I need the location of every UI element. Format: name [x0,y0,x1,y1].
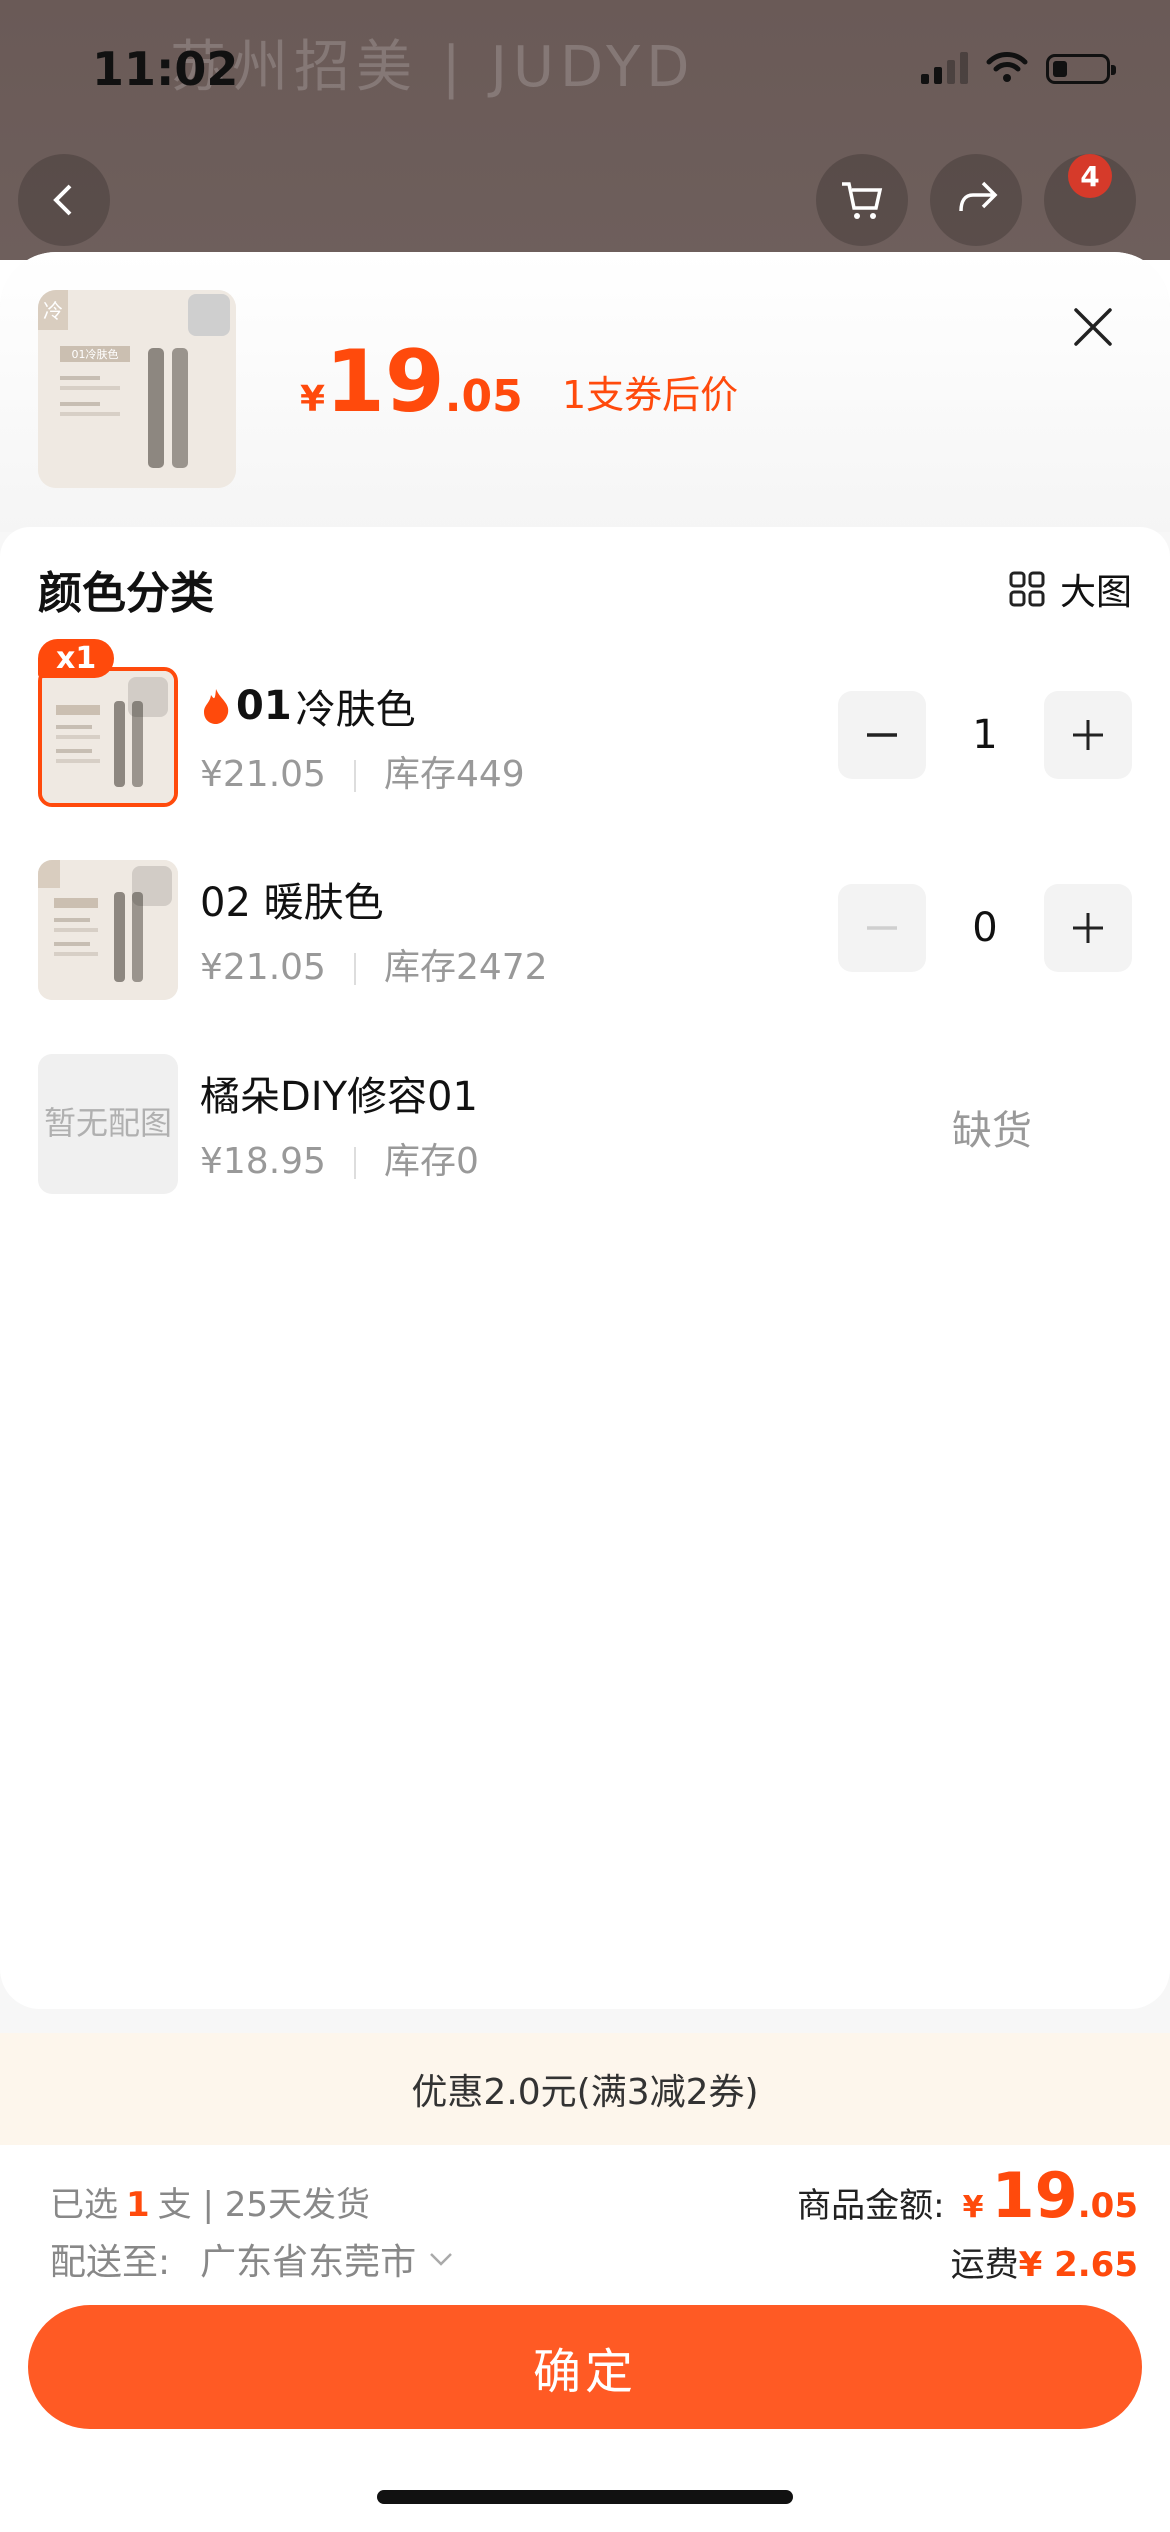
options-panel: 颜色分类 大图 x1 01 冷肤色 ¥21.05 库存449 1 02 暖肤色 … [0,527,1170,2009]
option-row-03: 暂无配图 橘朵DIY修容01 ¥18.95 库存0 缺货 [0,1054,1170,1204]
quantity-badge: x1 [38,639,115,678]
zoom-icon[interactable] [128,677,168,717]
wifi-icon [986,52,1028,82]
out-of-stock-label: 缺货 [952,1108,1032,1154]
option-name: 01 冷肤色 [200,677,416,735]
grid-icon [1009,571,1045,607]
goods-amount: 商品金额: ¥ 19 .05 [797,2159,1138,2232]
close-icon [1074,308,1112,346]
minus-icon [867,926,897,930]
share-button[interactable] [930,154,1022,246]
promo-bar: 优惠2.0元(满3减2券) [0,2033,1170,2145]
confirm-button[interactable]: 确定 [28,2305,1142,2429]
option-meta: ¥18.95 库存0 [200,1141,479,1182]
increase-button[interactable] [1044,884,1132,972]
status-time: 11:02 [92,42,239,96]
cart-count-badge: 4 [1068,154,1112,198]
cart-button[interactable] [816,154,908,246]
battery-icon [1046,54,1116,84]
option-row-01[interactable]: x1 01 冷肤色 ¥21.05 库存449 1 [0,639,1170,817]
big-view-toggle[interactable]: 大图 [1008,563,1132,615]
close-button[interactable] [1068,302,1118,352]
order-summary: 已选 1 支 | 25天发货 配送至: 广东省东莞市 商品金额: ¥ 19 .05 … [0,2145,1170,2532]
plus-icon [1073,720,1103,750]
sheet-header: 冷 01冷肤色 ¥19.05 1支券后价 [0,252,1170,532]
option-name: 02 暖肤色 [200,880,384,926]
signal-icon [921,48,968,84]
fire-icon [204,689,229,724]
option-meta: ¥21.05 库存449 [200,754,525,795]
cart-icon [842,182,883,219]
quantity-value[interactable]: 0 [926,905,1044,951]
quantity-stepper[interactable]: 1 [838,691,1132,779]
decrease-button[interactable] [838,884,926,972]
brand-banner: 苏州招美 | JUDYD [170,35,696,100]
thumb-title: 01冷肤色 [72,347,119,361]
decrease-button[interactable] [838,691,926,779]
option-row-02[interactable]: 02 暖肤色 ¥21.05 库存2472 0 [0,860,1170,1010]
shipping-destination[interactable]: 配送至: 广东省东莞市 [50,2233,454,2285]
section-title: 颜色分类 [38,568,214,619]
quantity-value[interactable]: 1 [926,712,1044,758]
coupon-price-note: 1支券后价 [562,373,739,417]
back-button[interactable] [18,154,110,246]
option-thumbnail[interactable] [38,860,178,1000]
plus-icon [1073,913,1103,943]
home-indicator[interactable] [377,2490,793,2504]
background-page: 苏州招美 | JUDYD 4 [0,0,1170,260]
quantity-stepper[interactable]: 0 [838,884,1132,972]
increase-button[interactable] [1044,691,1132,779]
option-meta: ¥21.05 库存2472 [200,947,548,988]
thumb-tag: 冷 [43,299,63,323]
selection-info: 已选 1 支 | 25天发货 [50,2185,371,2225]
no-image-placeholder: 暂无配图 [38,1054,178,1194]
minus-icon [867,733,897,737]
zoom-icon[interactable] [132,866,172,906]
option-name: 橘朵DIY修容01 [200,1074,478,1120]
chevron-left-icon [53,184,72,216]
share-icon [959,181,998,212]
product-thumbnail[interactable]: 冷 01冷肤色 [38,290,236,488]
option-thumbnail[interactable] [38,667,178,807]
chevron-down-icon [430,2253,453,2266]
shipping-fee: 运费¥ 2.65 [950,2245,1138,2285]
status-icons [921,48,1116,84]
coupon-price: ¥19.05 [300,332,523,432]
